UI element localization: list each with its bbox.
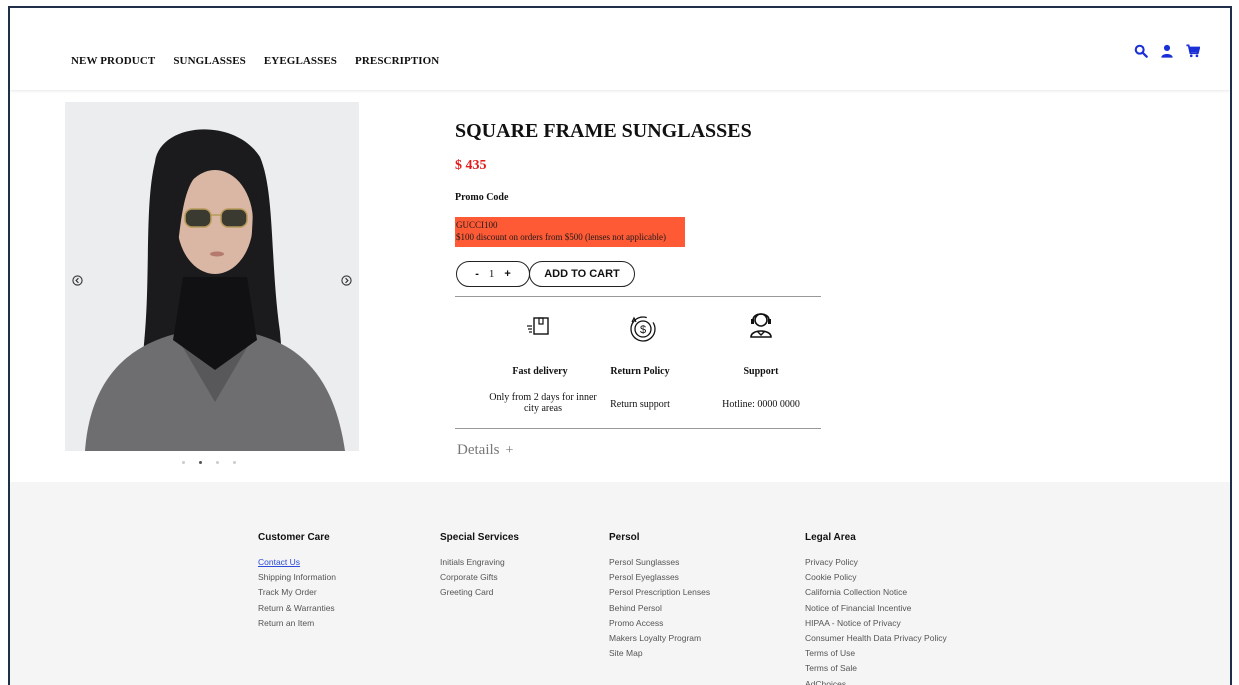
footer-link[interactable]: Terms of Use	[805, 646, 947, 661]
gallery-dot[interactable]	[233, 461, 236, 464]
page-frame: NEW PRODUCT SUNGLASSES EYEGLASSES PRESCR…	[8, 6, 1232, 685]
svg-text:$: $	[640, 324, 646, 336]
nav-prescription[interactable]: PRESCRIPTION	[355, 55, 439, 67]
promo-banner: GUCCI100 $100 discount on orders from $5…	[455, 217, 685, 247]
delivery-box-icon	[524, 313, 556, 345]
promo-label: Promo Code	[455, 192, 509, 203]
promo-code: GUCCI100	[456, 220, 498, 230]
footer-column-customer-care: Customer Care Contact Us Shipping Inform…	[258, 532, 336, 631]
footer-link[interactable]: Behind Persol	[609, 601, 710, 616]
footer-link[interactable]: Consumer Health Data Privacy Policy	[805, 631, 947, 646]
footer-link[interactable]: Track My Order	[258, 585, 336, 600]
gallery-next-icon[interactable]	[341, 275, 352, 286]
site-header: NEW PRODUCT SUNGLASSES EYEGLASSES PRESCR…	[10, 8, 1230, 90]
nav-new-product[interactable]: NEW PRODUCT	[71, 55, 155, 67]
site-footer: Customer Care Contact Us Shipping Inform…	[10, 482, 1230, 685]
product-image	[65, 102, 359, 451]
promo-text: $100 discount on orders from $500 (lense…	[456, 232, 666, 242]
product-price: $ 435	[455, 158, 487, 173]
footer-link[interactable]: Terms of Sale	[805, 661, 947, 676]
footer-link[interactable]: Site Map	[609, 646, 710, 661]
quantity-decrease-button[interactable]: -	[475, 268, 479, 280]
footer-heading: Legal Area	[805, 532, 856, 543]
footer-link[interactable]: Corporate Gifts	[440, 570, 519, 585]
footer-link[interactable]: Shipping Information	[258, 570, 336, 585]
footer-link[interactable]: Greeting Card	[440, 585, 519, 600]
gallery-dot[interactable]	[182, 461, 185, 464]
footer-column-persol: Persol Persol Sunglasses Persol Eyeglass…	[609, 532, 710, 661]
feature-title: Support	[743, 366, 779, 377]
footer-link[interactable]: Persol Prescription Lenses	[609, 585, 710, 600]
footer-link[interactable]: Initials Engraving	[440, 555, 519, 570]
footer-heading: Special Services	[440, 532, 519, 543]
footer-heading: Persol	[609, 532, 640, 543]
main-nav: NEW PRODUCT SUNGLASSES EYEGLASSES PRESCR…	[71, 55, 439, 67]
feature-title: Return Policy	[610, 366, 670, 377]
footer-column-special-services: Special Services Initials Engraving Corp…	[440, 532, 519, 601]
gallery-dot[interactable]	[216, 461, 219, 464]
support-agent-icon	[745, 308, 777, 340]
details-label: Details	[457, 442, 500, 458]
footer-link[interactable]: Cookie Policy	[805, 570, 947, 585]
header-icons	[1134, 44, 1200, 58]
cart-icon[interactable]	[1186, 44, 1200, 58]
quantity-stepper: - 1 +	[456, 261, 530, 287]
user-icon[interactable]	[1160, 44, 1174, 58]
gallery-dots	[182, 461, 236, 464]
footer-link[interactable]: Privacy Policy	[805, 555, 947, 570]
footer-link-contact-us[interactable]: Contact Us	[258, 555, 336, 570]
feature-support	[696, 308, 826, 340]
gallery-dot-active[interactable]	[199, 461, 202, 464]
plus-icon: +	[505, 443, 514, 458]
footer-link[interactable]: California Collection Notice	[805, 585, 947, 600]
feature-return: $	[578, 313, 708, 345]
quantity-value: 1	[488, 268, 495, 280]
feature-text: Hotline: 0000 0000	[722, 399, 800, 410]
footer-link[interactable]: Return & Warranties	[258, 601, 336, 616]
footer-link[interactable]: Persol Eyeglasses	[609, 570, 710, 585]
dollar-return-icon: $	[627, 313, 659, 345]
quantity-increase-button[interactable]: +	[504, 268, 510, 280]
nav-eyeglasses[interactable]: EYEGLASSES	[264, 55, 337, 67]
divider	[455, 296, 821, 297]
search-icon[interactable]	[1134, 44, 1148, 58]
footer-link[interactable]: Return an Item	[258, 616, 336, 631]
footer-link[interactable]: Promo Access	[609, 616, 710, 631]
footer-heading: Customer Care	[258, 532, 330, 543]
gallery-prev-icon[interactable]	[72, 275, 83, 286]
add-to-cart-button[interactable]: ADD TO CART	[529, 261, 635, 287]
footer-link[interactable]: HIPAA - Notice of Privacy	[805, 616, 947, 631]
feature-text: Return support	[610, 399, 670, 410]
footer-link[interactable]: Makers Loyalty Program	[609, 631, 710, 646]
footer-column-legal-area: Legal Area Privacy Policy Cookie Policy …	[805, 532, 947, 685]
product-title: SQUARE FRAME SUNGLASSES	[455, 120, 752, 142]
nav-sunglasses[interactable]: SUNGLASSES	[173, 55, 246, 67]
details-toggle[interactable]: Details +	[457, 442, 513, 459]
footer-link[interactable]: Notice of Financial Incentive	[805, 601, 947, 616]
divider	[455, 428, 821, 429]
footer-link[interactable]: Persol Sunglasses	[609, 555, 710, 570]
footer-link[interactable]: AdChoices	[805, 677, 947, 685]
